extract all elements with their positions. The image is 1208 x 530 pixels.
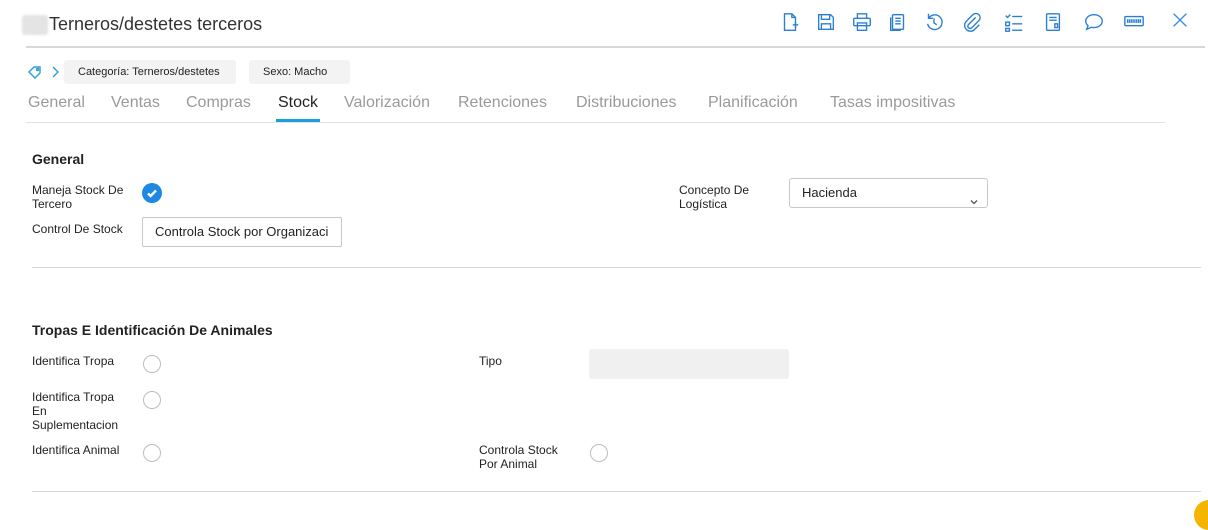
header-divider [26,46,1205,48]
tab-valorizacion[interactable]: Valorización [344,94,430,112]
close-icon[interactable] [1168,8,1192,32]
concepto-logistica-value: Hacienda [802,185,857,200]
identifica-tropa-supl-label: Identifica Tropa En Suplementacion [32,390,119,432]
print-icon[interactable] [850,10,874,34]
maneja-stock-label: Maneja Stock De Tercero [32,183,124,211]
chevron-right-icon [50,64,60,80]
tab-tasas-impositivas[interactable]: Tasas impositivas [830,94,955,112]
tab-stock[interactable]: Stock [275,94,321,122]
report-icon[interactable] [1041,10,1065,34]
category-chip[interactable]: Categoría: Terneros/destetes [64,60,236,84]
identifica-tropa-label: Identifica Tropa [32,354,115,368]
tab-general[interactable]: General [28,94,85,112]
concepto-logistica-label: Concepto De Logística [679,183,750,211]
section-divider [32,267,1201,268]
tag-icon[interactable] [27,64,43,80]
barcode-icon[interactable] [1122,10,1146,34]
history-icon[interactable] [922,10,946,34]
checklist-icon[interactable] [1002,10,1026,34]
tipo-label: Tipo [479,354,502,368]
section-divider-bottom [32,491,1201,492]
app-logo [22,15,48,35]
page-title: Terneros/destetes terceros [49,14,263,34]
chevron-down-icon [969,189,979,205]
identifica-animal-checkbox[interactable] [143,444,161,462]
tab-bar: General Ventas Compras Stock Valorizació… [26,94,1165,123]
new-document-icon[interactable] [778,10,802,34]
comment-icon[interactable] [1082,10,1106,34]
controla-stock-animal-label: Controla Stock Por Animal [479,443,558,471]
section-title-tropas: Tropas E Identificación De Animales [32,322,273,338]
tipo-field [589,349,789,379]
identifica-tropa-checkbox[interactable] [143,355,161,373]
save-icon[interactable] [814,10,838,34]
tab-retenciones[interactable]: Retenciones [458,94,547,112]
section-title-general: General [32,151,85,167]
tab-planificacion[interactable]: Planificación [708,94,798,112]
tab-compras[interactable]: Compras [186,94,251,112]
identifica-animal-label: Identifica Animal [32,443,120,457]
attachment-icon[interactable] [960,10,984,34]
maneja-stock-checkbox[interactable] [142,183,162,203]
copy-icon[interactable] [886,10,910,34]
tab-ventas[interactable]: Ventas [111,94,160,112]
controla-stock-animal-checkbox[interactable] [590,444,608,462]
concepto-logistica-select[interactable]: Hacienda [789,178,988,208]
help-bubble[interactable] [1194,500,1208,530]
control-stock-label: Control De Stock [32,222,123,236]
identifica-tropa-supl-checkbox[interactable] [143,391,161,409]
sex-chip[interactable]: Sexo: Macho [249,60,350,84]
tab-distribuciones[interactable]: Distribuciones [576,94,676,112]
control-stock-field[interactable]: Controla Stock por Organizaci [142,217,342,247]
